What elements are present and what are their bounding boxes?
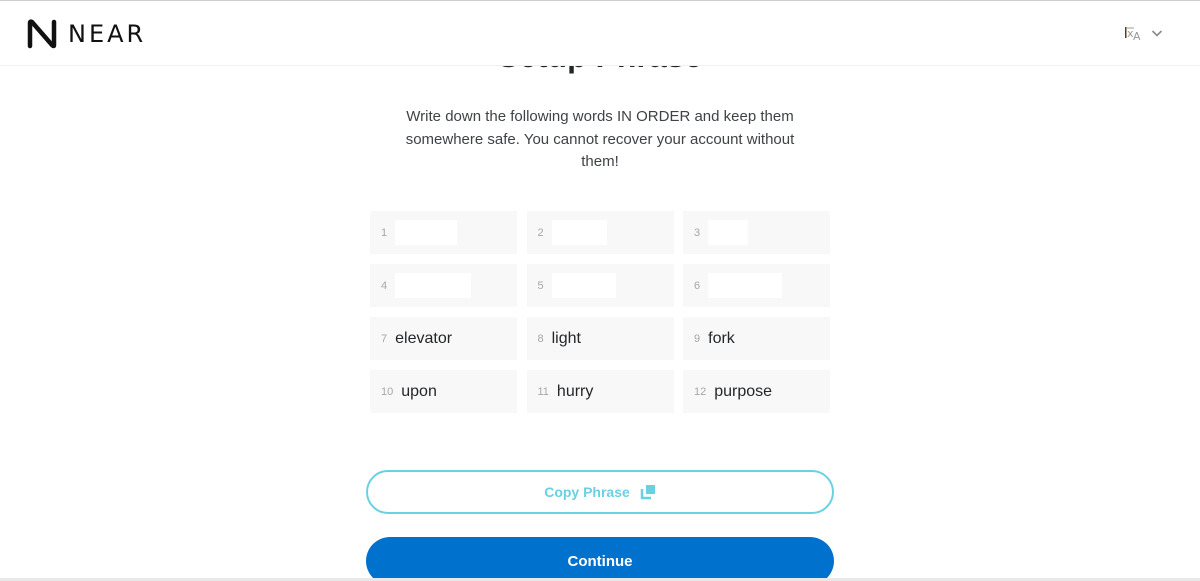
brand-name: NEAR <box>68 20 147 48</box>
word-index: 10 <box>381 385 394 398</box>
phrase-word: upon <box>401 382 437 400</box>
word-index: 2 <box>537 226 544 239</box>
word-index: 12 <box>694 385 707 398</box>
svg-text:A: A <box>1133 30 1141 42</box>
phrase-word: hurry <box>556 382 594 400</box>
word-index: 5 <box>537 279 544 292</box>
chevron-down-icon <box>1151 30 1163 37</box>
phrase-word-cell: 5 <box>526 264 674 307</box>
phrase-word-cell: 4 <box>370 264 517 307</box>
near-logo-icon <box>27 19 57 49</box>
phrase-word: fork <box>708 329 735 347</box>
copy-phrase-label: Copy Phrase <box>544 484 630 500</box>
word-index: 1 <box>381 226 388 239</box>
phrase-word-cell: 6 <box>683 264 830 307</box>
phrase-word-cell: 11 hurry <box>526 370 674 413</box>
redacted-word <box>708 273 783 298</box>
phrase-word-cell: 3 <box>683 211 830 254</box>
word-index: 4 <box>381 279 388 292</box>
phrase-word-cell: 7 elevator <box>370 317 517 360</box>
phrase-word: purpose <box>714 382 773 400</box>
redacted-word <box>395 220 458 245</box>
phrase-word: light <box>551 329 581 347</box>
word-index: 6 <box>694 279 701 292</box>
near-logo[interactable]: NEAR <box>26 18 146 50</box>
redacted-word <box>551 273 616 298</box>
redacted-word <box>395 273 472 298</box>
phrase-word-cell: 9 fork <box>683 317 830 360</box>
phrase-word: elevator <box>395 329 453 347</box>
seed-phrase-grid: 1 2 3 4 5 6 7 elevator 8 light 9 fork 10 upon 11 hurry 1… <box>370 211 830 413</box>
phrase-word-cell: 8 light <box>526 317 674 360</box>
word-index: 3 <box>694 226 701 239</box>
word-index: 8 <box>537 332 544 345</box>
instructions-text: Write down the following words IN ORDER … <box>405 108 795 170</box>
word-index: 7 <box>381 332 388 345</box>
continue-label: Continue <box>567 552 633 570</box>
word-index: 11 <box>537 385 549 398</box>
phrase-word-cell: 1 <box>370 211 517 254</box>
language-selector[interactable]: x A <box>1123 23 1163 43</box>
word-index: 9 <box>694 332 701 345</box>
redacted-word <box>708 220 749 245</box>
redacted-word <box>551 220 607 245</box>
continue-button[interactable]: Continue <box>366 537 834 581</box>
copy-phrase-button[interactable]: Copy Phrase <box>366 470 834 514</box>
phrase-word-cell: 2 <box>526 211 674 254</box>
phrase-word-cell: 12 purpose <box>683 370 830 413</box>
header: NEAR x A <box>0 1 1200 66</box>
phrase-word-cell: 10 upon <box>370 370 517 413</box>
translate-icon: x A <box>1123 23 1143 43</box>
copy-icon <box>640 485 655 500</box>
